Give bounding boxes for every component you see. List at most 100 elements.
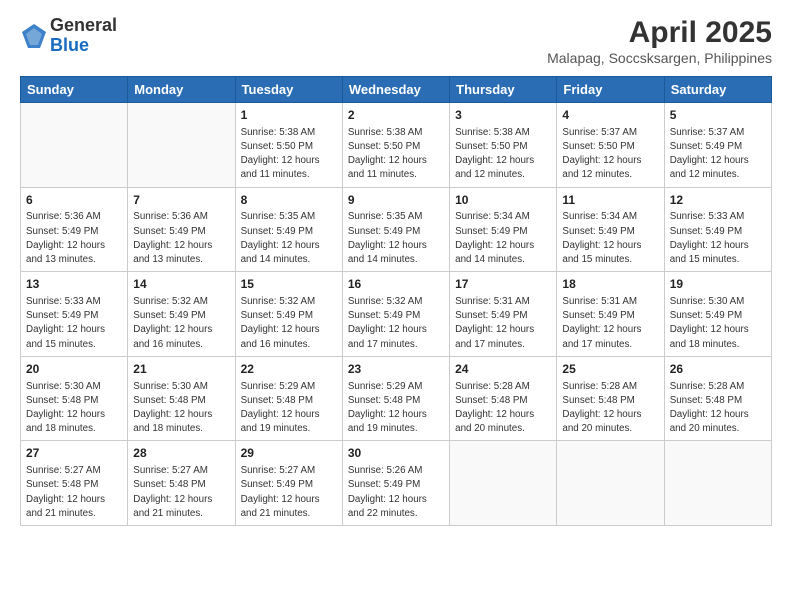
day-info: Sunrise: 5:27 AM Sunset: 5:48 PM Dayligh… [26,464,122,521]
logo-general: General [50,16,117,36]
title-block: April 2025 Malapag, Soccsksargen, Philip… [547,16,772,66]
week-row: 6Sunrise: 5:36 AM Sunset: 5:49 PM Daylig… [21,187,772,272]
day-info: Sunrise: 5:37 AM Sunset: 5:50 PM Dayligh… [562,126,658,183]
calendar-cell [128,103,235,188]
calendar-cell: 7Sunrise: 5:36 AM Sunset: 5:49 PM Daylig… [128,187,235,272]
day-info: Sunrise: 5:31 AM Sunset: 5:49 PM Dayligh… [455,295,551,352]
day-number: 25 [562,361,658,378]
day-number: 12 [670,192,766,209]
day-info: Sunrise: 5:30 AM Sunset: 5:49 PM Dayligh… [670,295,766,352]
day-info: Sunrise: 5:32 AM Sunset: 5:49 PM Dayligh… [241,295,337,352]
location: Malapag, Soccsksargen, Philippines [547,50,772,66]
calendar-cell: 28 Sunrise: 5:27 AM Sunset: 5:48 PM Dayli… [128,441,235,526]
day-number: 27 [26,445,122,462]
calendar-cell: 30Sunrise: 5:26 AM Sunset: 5:49 PM Dayli… [342,441,449,526]
calendar-cell: 6Sunrise: 5:36 AM Sunset: 5:49 PM Daylig… [21,187,128,272]
calendar-cell: 12Sunrise: 5:33 AM Sunset: 5:49 PM Dayli… [664,187,771,272]
logo: General Blue [20,16,117,56]
day-number: 16 [348,276,444,293]
weekday-header: Thursday [450,77,557,103]
calendar-cell [664,441,771,526]
weekday-header: Wednesday [342,77,449,103]
day-info: Sunrise: 5:37 AM Sunset: 5:49 PM Dayligh… [670,126,766,183]
calendar-cell: 11Sunrise: 5:34 AM Sunset: 5:49 PM Dayli… [557,187,664,272]
day-number: 19 [670,276,766,293]
day-number: 9 [348,192,444,209]
logo-text: General Blue [50,16,117,56]
day-number: 5 [670,107,766,124]
weekday-header: Tuesday [235,77,342,103]
calendar-cell: 16Sunrise: 5:32 AM Sunset: 5:49 PM Dayli… [342,272,449,357]
day-number: 11 [562,192,658,209]
week-row: 27 Sunrise: 5:27 AM Sunset: 5:48 PM Dayli… [21,441,772,526]
day-number: 21 [133,361,229,378]
day-number: 15 [241,276,337,293]
day-info: Sunrise: 5:36 AM Sunset: 5:49 PM Dayligh… [26,210,122,267]
calendar-cell: 5 Sunrise: 5:37 AM Sunset: 5:49 PM Daylig… [664,103,771,188]
day-info: Sunrise: 5:30 AM Sunset: 5:48 PM Dayligh… [26,380,122,437]
calendar-cell: 19 Sunrise: 5:30 AM Sunset: 5:49 PM Dayli… [664,272,771,357]
day-info: Sunrise: 5:38 AM Sunset: 5:50 PM Dayligh… [241,126,337,183]
day-info: Sunrise: 5:31 AM Sunset: 5:49 PM Dayligh… [562,295,658,352]
calendar-cell [21,103,128,188]
calendar-cell: 10Sunrise: 5:34 AM Sunset: 5:49 PM Dayli… [450,187,557,272]
calendar-cell: 13Sunrise: 5:33 AM Sunset: 5:49 PM Dayli… [21,272,128,357]
calendar-cell: 22Sunrise: 5:29 AM Sunset: 5:48 PM Dayli… [235,356,342,441]
day-info: Sunrise: 5:27 AM Sunset: 5:48 PM Dayligh… [133,464,229,521]
day-number: 29 [241,445,337,462]
day-info: Sunrise: 5:33 AM Sunset: 5:49 PM Dayligh… [670,210,766,267]
calendar-cell: 25 Sunrise: 5:28 AM Sunset: 5:48 PM Dayli… [557,356,664,441]
day-info: Sunrise: 5:28 AM Sunset: 5:48 PM Dayligh… [455,380,551,437]
day-number: 6 [26,192,122,209]
calendar-cell [450,441,557,526]
day-info: Sunrise: 5:32 AM Sunset: 5:49 PM Dayligh… [133,295,229,352]
day-info: Sunrise: 5:36 AM Sunset: 5:49 PM Dayligh… [133,210,229,267]
week-row: 1 Sunrise: 5:38 AM Sunset: 5:50 PM Daylig… [21,103,772,188]
calendar-cell: 8Sunrise: 5:35 AM Sunset: 5:49 PM Daylig… [235,187,342,272]
day-info: Sunrise: 5:28 AM Sunset: 5:48 PM Dayligh… [562,380,658,437]
day-info: Sunrise: 5:29 AM Sunset: 5:48 PM Dayligh… [241,380,337,437]
day-info: Sunrise: 5:38 AM Sunset: 5:50 PM Dayligh… [455,126,551,183]
logo-blue: Blue [50,36,117,56]
day-info: Sunrise: 5:34 AM Sunset: 5:49 PM Dayligh… [455,210,551,267]
day-number: 28 [133,445,229,462]
week-row: 20 Sunrise: 5:30 AM Sunset: 5:48 PM Dayli… [21,356,772,441]
day-info: Sunrise: 5:33 AM Sunset: 5:49 PM Dayligh… [26,295,122,352]
day-info: Sunrise: 5:35 AM Sunset: 5:49 PM Dayligh… [348,210,444,267]
weekday-header: Friday [557,77,664,103]
day-info: Sunrise: 5:30 AM Sunset: 5:48 PM Dayligh… [133,380,229,437]
day-number: 10 [455,192,551,209]
day-info: Sunrise: 5:35 AM Sunset: 5:49 PM Dayligh… [241,210,337,267]
calendar-cell: 18 Sunrise: 5:31 AM Sunset: 5:49 PM Dayli… [557,272,664,357]
day-number: 2 [348,107,444,124]
calendar-cell: 24 Sunrise: 5:28 AM Sunset: 5:48 PM Dayli… [450,356,557,441]
day-number: 14 [133,276,229,293]
day-number: 20 [26,361,122,378]
weekday-header: Monday [128,77,235,103]
calendar-header: SundayMondayTuesdayWednesdayThursdayFrid… [21,77,772,103]
calendar-cell [557,441,664,526]
calendar-cell: 2Sunrise: 5:38 AM Sunset: 5:50 PM Daylig… [342,103,449,188]
logo-icon [20,22,48,50]
calendar-cell: 9Sunrise: 5:35 AM Sunset: 5:49 PM Daylig… [342,187,449,272]
day-info: Sunrise: 5:26 AM Sunset: 5:49 PM Dayligh… [348,464,444,521]
day-number: 3 [455,107,551,124]
calendar-cell: 26Sunrise: 5:28 AM Sunset: 5:48 PM Dayli… [664,356,771,441]
day-number: 18 [562,276,658,293]
day-number: 24 [455,361,551,378]
weekday-header: Saturday [664,77,771,103]
calendar-cell: 3 Sunrise: 5:38 AM Sunset: 5:50 PM Daylig… [450,103,557,188]
calendar-cell: 20 Sunrise: 5:30 AM Sunset: 5:48 PM Dayli… [21,356,128,441]
weekday-header: Sunday [21,77,128,103]
day-info: Sunrise: 5:29 AM Sunset: 5:48 PM Dayligh… [348,380,444,437]
weekday-row: SundayMondayTuesdayWednesdayThursdayFrid… [21,77,772,103]
day-number: 8 [241,192,337,209]
calendar-cell: 14 Sunrise: 5:32 AM Sunset: 5:49 PM Dayli… [128,272,235,357]
month-year: April 2025 [547,16,772,50]
calendar-cell: 1 Sunrise: 5:38 AM Sunset: 5:50 PM Daylig… [235,103,342,188]
calendar-cell: 15 Sunrise: 5:32 AM Sunset: 5:49 PM Dayli… [235,272,342,357]
day-number: 1 [241,107,337,124]
day-info: Sunrise: 5:27 AM Sunset: 5:49 PM Dayligh… [241,464,337,521]
header: General Blue April 2025 Malapag, Soccsks… [20,16,772,66]
calendar-cell: 17Sunrise: 5:31 AM Sunset: 5:49 PM Dayli… [450,272,557,357]
